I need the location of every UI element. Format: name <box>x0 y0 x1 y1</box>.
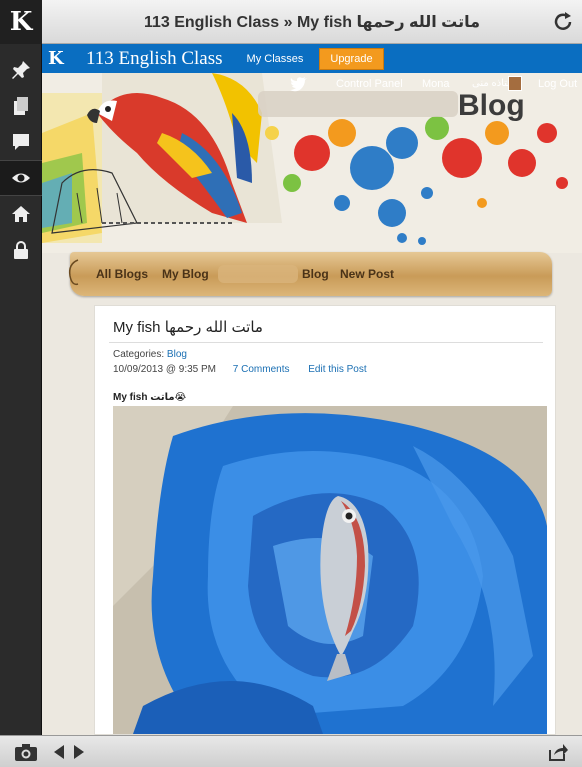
control-panel-link[interactable]: Control Panel <box>336 78 403 90</box>
post-date: 10/09/2013 @ 9:35 PM <box>113 364 216 375</box>
blog-link[interactable]: Blog <box>302 267 329 281</box>
pin-icon <box>12 61 30 79</box>
post-card: My fish ماتت الله رحمها Categories: Blog… <box>94 305 556 735</box>
pages-icon <box>14 97 28 115</box>
class-name-link[interactable]: 113 English Class <box>86 48 223 70</box>
fish-photo <box>113 406 547 734</box>
edit-post-link[interactable]: Edit this Post <box>308 364 366 375</box>
twitter-icon[interactable] <box>290 76 308 92</box>
avatar[interactable] <box>508 76 522 91</box>
blog-nav: All Blogs My Blog Blog New Post <box>68 252 552 296</box>
post-image[interactable] <box>113 406 547 734</box>
categories-label: Categories: <box>113 349 165 360</box>
account-nav: Control Panel Mona استاذه منى Log Out <box>42 73 582 95</box>
refresh-icon <box>554 12 572 30</box>
app-logo[interactable]: K <box>0 0 42 44</box>
my-blog-link[interactable]: My Blog <box>162 267 209 281</box>
upgrade-button[interactable]: Upgrade <box>319 47 384 70</box>
lock-button[interactable] <box>0 232 42 268</box>
hook-icon <box>68 259 79 286</box>
all-blogs-link[interactable]: All Blogs <box>96 267 148 281</box>
blog-banner: Blog <box>42 73 582 253</box>
my-classes-link[interactable]: My Classes <box>247 53 304 65</box>
post-caption: My fish ماتت😭 <box>113 392 187 403</box>
page-title: 113 English Class » My fish ماتت الله رح… <box>143 13 481 31</box>
bottom-toolbar <box>0 735 582 767</box>
comment-button[interactable] <box>0 124 42 160</box>
comments-link[interactable]: 7 Comments <box>233 364 290 375</box>
pin-button[interactable] <box>0 52 42 88</box>
post-categories: Categories: Blog <box>113 349 187 360</box>
new-post-link[interactable]: New Post <box>340 267 394 281</box>
view-button[interactable] <box>0 160 42 196</box>
blurred-name <box>218 265 298 283</box>
logout-link[interactable]: Log Out <box>538 78 577 90</box>
category-link[interactable]: Blog <box>167 349 187 360</box>
refresh-button[interactable] <box>552 11 574 33</box>
share-icon[interactable] <box>548 742 568 762</box>
back-arrow-icon[interactable] <box>52 744 66 760</box>
eye-icon <box>12 173 30 183</box>
home-icon <box>12 206 30 222</box>
user-name-link[interactable]: Mona <box>422 78 450 90</box>
divider <box>109 342 543 343</box>
site-logo[interactable]: K <box>48 48 72 69</box>
browser-title-bar: 113 English Class » My fish ماتت الله رح… <box>42 0 582 44</box>
left-sidebar: K <box>0 0 42 767</box>
site-header: K 113 English Class My Classes Upgrade <box>42 44 582 73</box>
camera-icon[interactable] <box>14 742 38 762</box>
home-button[interactable] <box>0 196 42 232</box>
comment-icon <box>13 134 29 150</box>
pages-button[interactable] <box>0 88 42 124</box>
forward-arrow-icon[interactable] <box>72 744 86 760</box>
lock-icon <box>14 241 28 259</box>
post-title[interactable]: My fish ماتت الله رحمها <box>113 318 263 336</box>
post-meta: 10/09/2013 @ 9:35 PM 7 Comments Edit thi… <box>113 364 367 375</box>
